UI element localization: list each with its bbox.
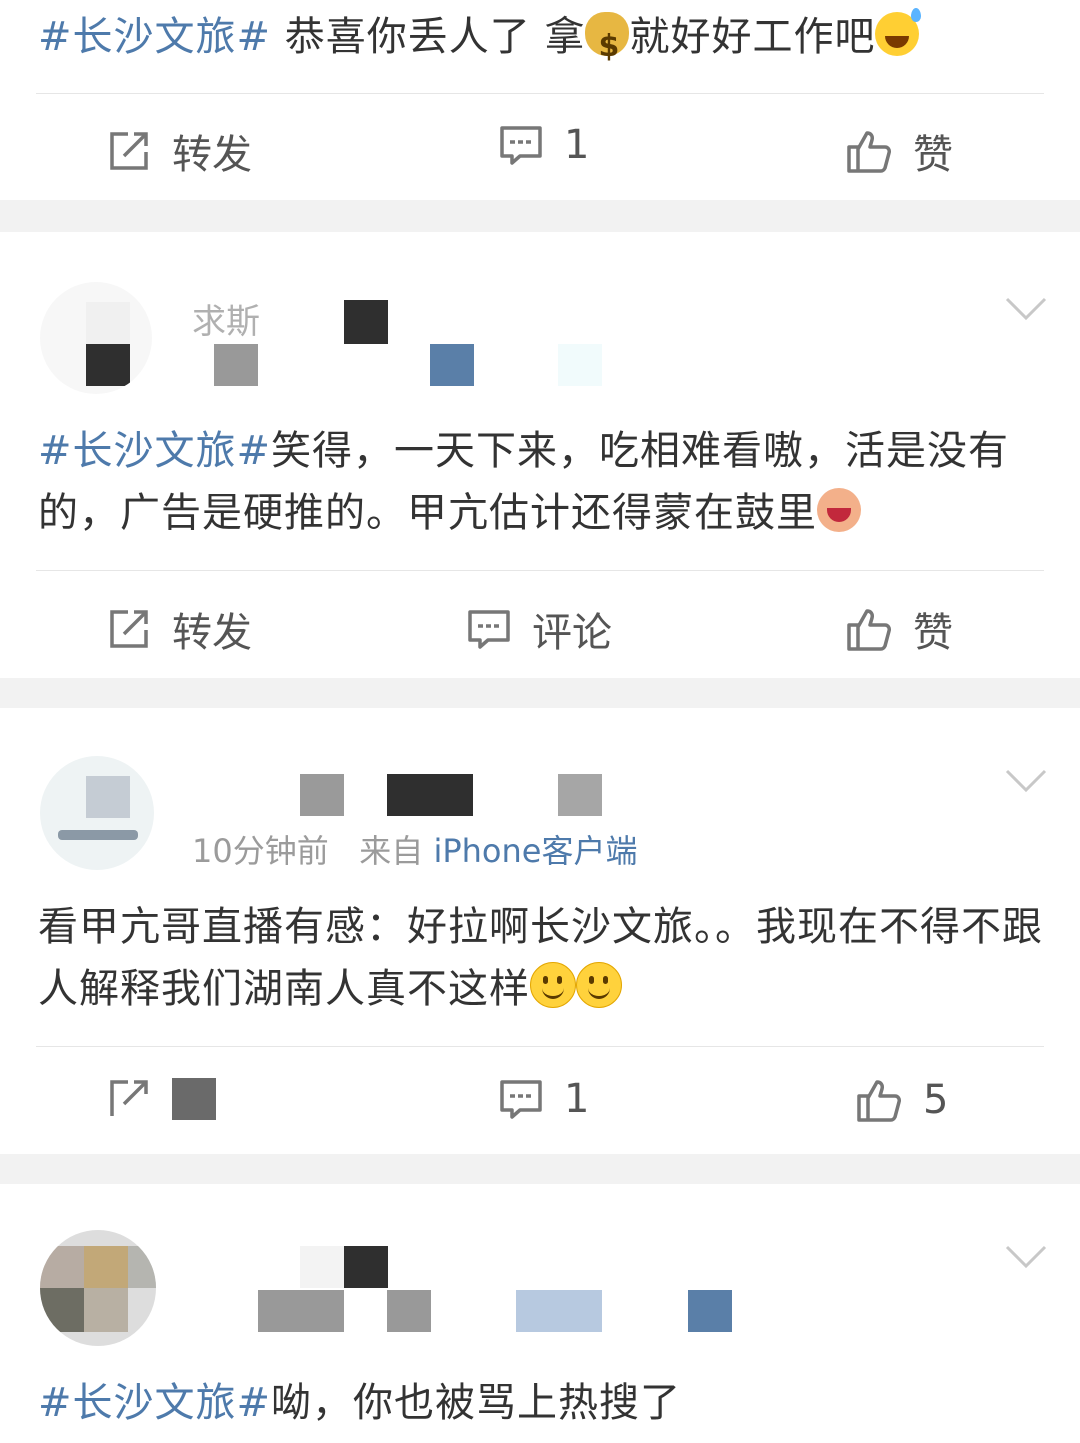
hashtag-link[interactable]: #长沙文旅# — [38, 14, 271, 60]
avatar[interactable] — [40, 756, 154, 870]
chevron-down-icon[interactable] — [1004, 1244, 1048, 1270]
blurred-info — [258, 1290, 344, 1332]
blurred-info — [558, 774, 602, 816]
money-bag-emoji-icon — [585, 12, 630, 78]
post-text: 看甲亢哥直播有感：好拉啊长沙文旅。。我现在不得不跟人解释我们湖南人真不这样 — [38, 904, 1043, 1012]
blurred-info — [430, 344, 474, 386]
like-label: 赞 — [913, 610, 953, 656]
repost-label: 转发 — [172, 132, 252, 178]
thumbs-up-icon — [847, 131, 891, 173]
comment-button[interactable]: 评论 — [466, 600, 612, 658]
post-card: #长沙文旅# 恭喜你丢人了 拿就好好工作吧 转发 1 赞 — [0, 0, 1080, 200]
comment-icon — [500, 126, 542, 165]
feed-gap — [0, 1154, 1080, 1184]
feed-gap — [0, 200, 1080, 232]
post-text: #长沙文旅#呦，你也被骂上热搜了 — [38, 1380, 682, 1426]
comment-count: 1 — [564, 1076, 590, 1122]
thumbs-up-icon — [847, 609, 891, 651]
post-meta: 10分钟前 来自 iPhone客户端 — [192, 826, 637, 872]
post-card: #长沙文旅#呦，你也被骂上热搜了 — [0, 1184, 1080, 1443]
avatar[interactable] — [40, 1230, 156, 1346]
post-text: #长沙文旅# 恭喜你丢人了 拿就好好工作吧 — [38, 6, 1044, 78]
repost-button[interactable]: 转发 — [106, 122, 252, 180]
repost-label: 转发 — [172, 610, 252, 656]
comment-button[interactable]: 1 — [498, 1076, 589, 1122]
smile-emoji-icon — [530, 962, 576, 1008]
from-label: 来自 — [359, 832, 424, 870]
blurred-info — [516, 1290, 602, 1332]
blurred-info — [300, 1246, 344, 1288]
repost-icon — [110, 1080, 148, 1116]
like-button[interactable]: 赞 — [845, 122, 953, 180]
repost-button[interactable] — [106, 1076, 216, 1122]
repost-icon — [110, 610, 148, 648]
repost-button[interactable]: 转发 — [106, 600, 252, 658]
hashtag-link[interactable]: #长沙文旅# — [38, 1380, 271, 1426]
blurred-info — [387, 1290, 431, 1332]
blurred-info — [344, 1246, 388, 1288]
feed-gap — [0, 678, 1080, 708]
blurred-info — [688, 1290, 732, 1332]
divider — [36, 93, 1044, 94]
smile-emoji-icon — [576, 962, 622, 1008]
blurred-info — [558, 344, 602, 386]
like-label: 赞 — [913, 132, 953, 178]
sweat-smile-emoji-icon — [875, 8, 922, 56]
blurred-info — [344, 300, 388, 344]
thumbs-up-icon — [857, 1080, 901, 1122]
comment-icon — [468, 610, 510, 649]
source-link[interactable]: iPhone客户端 — [433, 832, 637, 870]
like-button[interactable]: 赞 — [845, 600, 953, 658]
post-time: 10分钟前 — [192, 832, 329, 870]
blurred-info — [214, 344, 258, 386]
post-card: 10分钟前 来自 iPhone客户端 看甲亢哥直播有感：好拉啊长沙文旅。。我现在… — [0, 708, 1080, 1154]
blurred-info — [300, 774, 344, 816]
blurred-info — [387, 774, 473, 816]
comment-icon — [500, 1080, 542, 1119]
comment-button[interactable]: 1 — [498, 122, 589, 168]
hashtag-link[interactable]: #长沙文旅# — [38, 428, 271, 474]
username[interactable]: 求斯 — [192, 294, 260, 343]
laughing-emoji-icon — [817, 488, 861, 532]
like-button[interactable]: 5 — [855, 1076, 948, 1124]
repost-icon — [110, 132, 148, 170]
comment-label: 评论 — [532, 610, 612, 656]
divider — [36, 1046, 1044, 1047]
like-count: 5 — [923, 1077, 949, 1123]
comment-count: 1 — [564, 122, 590, 168]
divider — [36, 570, 1044, 571]
post-card: 求斯 #长沙文旅#笑得，一天下来，吃相难看嗷，活是没有的，广告是硬推的。甲亢估计… — [0, 232, 1080, 678]
chevron-down-icon[interactable] — [1004, 296, 1048, 322]
blurred-info — [172, 1078, 216, 1120]
avatar[interactable] — [40, 282, 152, 394]
chevron-down-icon[interactable] — [1004, 768, 1048, 794]
post-text: #长沙文旅#笑得，一天下来，吃相难看嗷，活是没有的，广告是硬推的。甲亢估计还得蒙… — [38, 428, 1010, 536]
